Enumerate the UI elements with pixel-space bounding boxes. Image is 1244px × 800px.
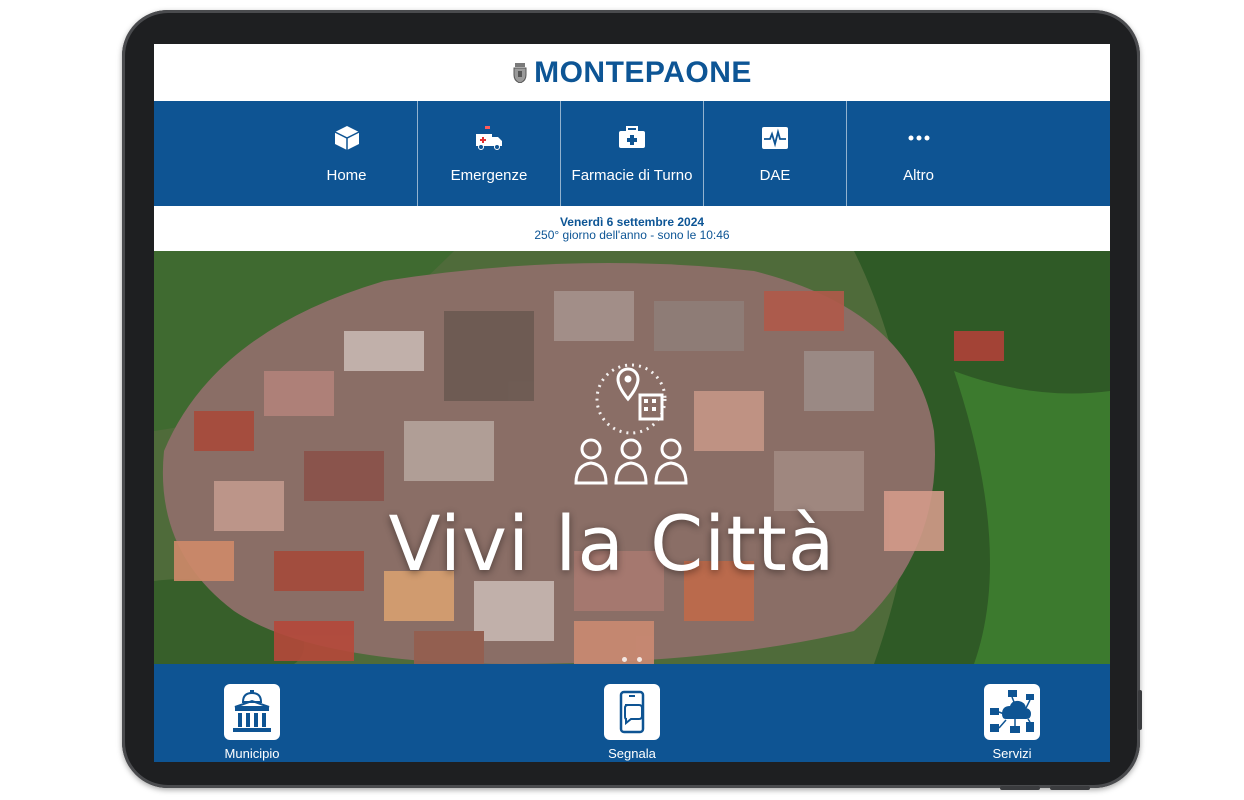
day-info: 250° giorno dell'anno - sono le 10:46 [534,227,730,242]
town-crest-icon [513,62,527,83]
heartbeat-monitor-icon [761,123,789,153]
tablet-side-button [1138,690,1142,730]
nav-dae-label: DAE [759,167,791,184]
hero-title: Vivi la Città [388,499,836,588]
network-services-icon [984,684,1040,740]
bottom-label-municipio: Municipio [224,746,280,761]
cube-icon [333,123,361,153]
first-aid-kit-icon [617,123,647,153]
bottom-bar: Municipio Segnala Servizi [154,664,1110,762]
city-people-icon [574,363,688,485]
phone-chat-icon [604,684,660,740]
current-date: Venerdì 6 settembre 2024 [559,214,705,229]
ambulance-icon [474,123,504,153]
nav-altro-label: Altro [903,167,934,184]
bottom-label-segnala: Segnala [608,746,656,761]
app-logo[interactable]: MONTEPAONE [512,56,752,90]
carousel-indicators [154,649,1110,664]
nav-farmacie-label: Farmacie di Turno [571,167,693,184]
app-title: MONTEPAONE [534,55,752,89]
nav-dae[interactable]: DAE [704,101,847,206]
hero-banner[interactable]: Vivi la Città [154,251,1110,664]
carousel-dot[interactable] [637,657,643,662]
town-hall-icon [224,684,280,740]
carousel-dot[interactable] [621,657,627,662]
nav-home[interactable]: Home [276,101,418,206]
nav-altro[interactable]: Altro [847,101,990,206]
main-navbar: Home Emergenze Farmacie di Turno DAE Alt… [154,101,1110,206]
nav-emergenze[interactable]: Emergenze [418,101,561,206]
app-screen: MONTEPAONE Home Emergenze Farmacie di Tu… [154,44,1110,762]
nav-emergenze-label: Emergenze [450,167,528,184]
bottom-item-servizi[interactable]: Servizi [984,684,1040,761]
nav-farmacie[interactable]: Farmacie di Turno [561,101,704,206]
bottom-item-segnala[interactable]: Segnala [604,684,660,761]
date-bar: Venerdì 6 settembre 2024 250° giorno del… [154,206,1110,251]
tablet-bottom-button [1050,786,1090,790]
nav-home-label: Home [326,167,367,184]
bottom-item-municipio[interactable]: Municipio [224,684,280,761]
app-header: MONTEPAONE [154,44,1110,101]
more-dots-icon [907,123,931,153]
tablet-bottom-button [1000,786,1040,790]
bottom-label-servizi: Servizi [992,746,1032,761]
